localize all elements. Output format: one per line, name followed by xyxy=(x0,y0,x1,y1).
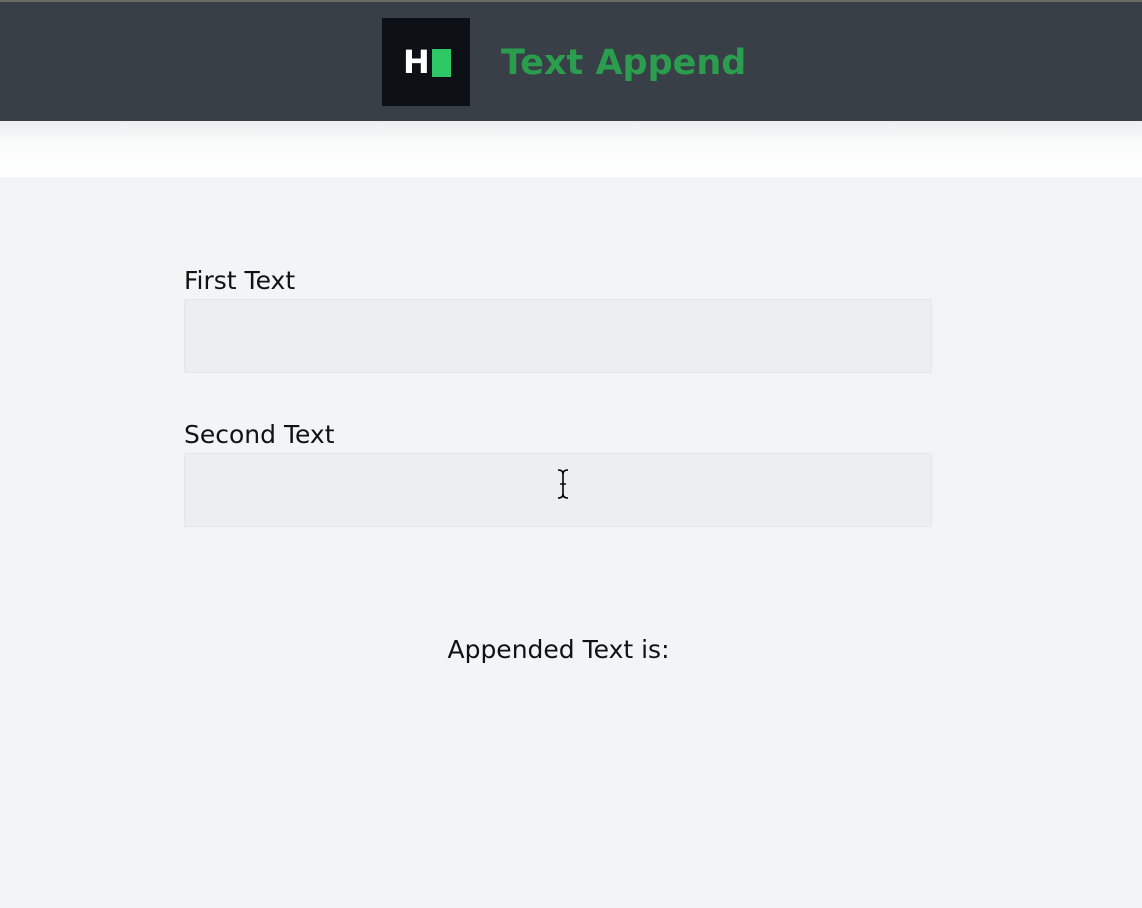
appended-text-label-text: Appended Text is: xyxy=(447,635,670,664)
appended-text-label: Appended Text is: xyxy=(0,633,1117,667)
first-text-label: First Text xyxy=(184,266,296,295)
logo-green-block xyxy=(432,49,451,77)
header-shadow-band xyxy=(0,121,1142,177)
hackerrank-logo-icon: H xyxy=(382,18,470,106)
app-title: Text Append xyxy=(501,43,747,83)
app-header: H Text Append xyxy=(0,0,1142,121)
text-cursor-icon xyxy=(557,469,569,499)
logo-letter: H xyxy=(403,43,430,81)
first-text-input[interactable] xyxy=(184,299,932,373)
second-text-label: Second Text xyxy=(184,420,335,449)
